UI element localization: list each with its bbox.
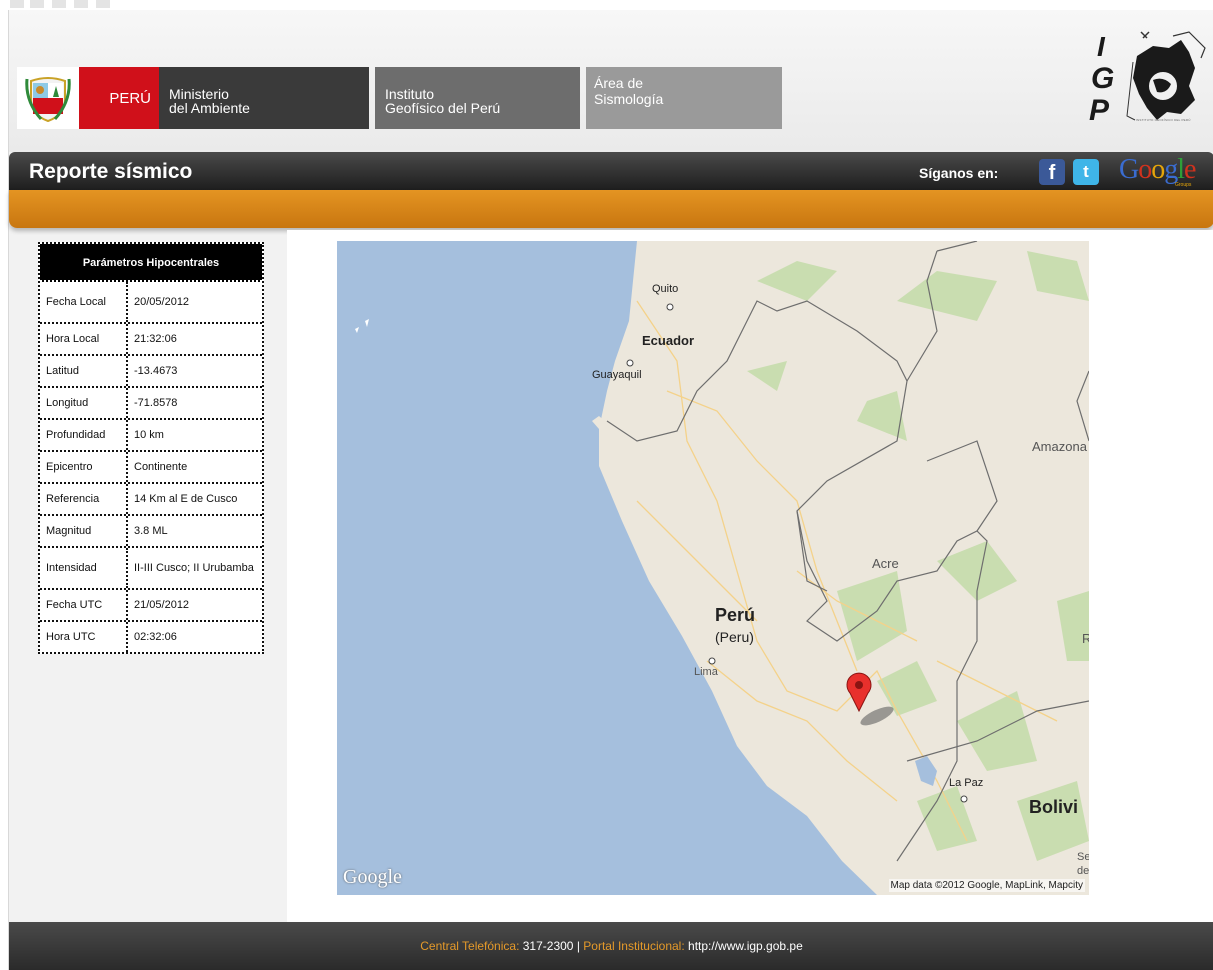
map-label-r: R — [1082, 631, 1089, 646]
param-value: II-III Cusco; II Urubamba — [134, 562, 254, 574]
param-value: 20/05/2012 — [134, 296, 190, 308]
parametros-table: Parámetros Hipocentrales Fecha Local 20/0… — [38, 242, 264, 654]
instituto-geofisico-link[interactable]: Instituto Geofísico del Perú — [375, 67, 580, 129]
orange-band — [9, 190, 1213, 228]
footer-phone: 317-2300 — [522, 939, 574, 953]
google-letter: o — [1138, 154, 1152, 185]
map-label-la-paz: La Paz — [949, 777, 984, 789]
instituto-line-2: Geofísico del Perú — [385, 100, 501, 116]
param-value: 10 km — [134, 429, 164, 441]
site-header: PERÚ Ministerio del Ambiente Instituto G… — [9, 10, 1213, 152]
footer-portal-link[interactable]: http://www.igp.gob.pe — [688, 939, 803, 953]
social-label: Síganos en: — [919, 165, 999, 181]
map-attribution: Map data ©2012 Google, MapLink, Mapcity — [888, 879, 1085, 892]
footer-separator: | — [576, 939, 580, 953]
igp-logo[interactable]: I G P — [1077, 28, 1207, 132]
ministerio-ambiente-link[interactable]: Ministerio del Ambiente — [159, 67, 369, 129]
footer-phone-label: Central Telefónica: — [420, 939, 520, 953]
param-label: Fecha Local — [40, 282, 128, 322]
map-label-acre: Acre — [872, 556, 899, 571]
map-label-peru-en: (Peru) — [715, 629, 754, 645]
param-label: Referencia — [40, 484, 128, 514]
param-row: Fecha UTC 21/05/2012 — [40, 588, 262, 620]
param-row: Hora Local 21:32:06 — [40, 322, 262, 354]
param-row: Latitud -13.4673 — [40, 354, 262, 386]
param-row: Profundidad 10 km — [40, 418, 262, 450]
param-value: 21/05/2012 — [134, 599, 190, 611]
igp-logo-letter-g: G — [1091, 62, 1114, 95]
facebook-icon[interactable]: f — [1039, 159, 1065, 185]
param-label: Hora UTC — [40, 622, 128, 652]
param-label: Longitud — [40, 388, 128, 418]
map-label-lima: Lima — [694, 666, 718, 678]
map-label-peru: Perú — [715, 605, 756, 625]
param-value: 21:32:06 — [134, 333, 177, 345]
parametros-heading: Parámetros Hipocentrales — [40, 244, 262, 282]
parametros-rows: Fecha Local 20/05/2012 Hora Local 21:32:06 L… — [40, 282, 262, 652]
google-groups-sub: Groups — [1175, 182, 1192, 188]
epicenter-map[interactable]: Quito Ecuador Guayaquil Amazona Acre Per… — [337, 241, 1089, 895]
param-value: 3.8 ML — [134, 525, 168, 537]
igp-logo-letter-i: I — [1097, 31, 1106, 62]
google-letter: g — [1164, 154, 1178, 185]
ministerio-line-2: del Ambiente — [169, 100, 250, 116]
google-letter: l — [1177, 154, 1185, 185]
area-sismologia-link[interactable]: Área de Sismología — [586, 67, 782, 129]
top-edge-decoration — [0, 0, 120, 10]
area-line-2: Sismología — [594, 91, 664, 107]
site-footer: Central Telefónica: 317-2300 | Portal In… — [9, 922, 1213, 970]
param-label: Hora Local — [40, 324, 128, 354]
param-row: Epicentro Continente — [40, 450, 262, 482]
map-label-bolivia: Bolivi — [1029, 797, 1079, 817]
param-label: Magnitud — [40, 516, 128, 546]
government-banner: PERÚ Ministerio del Ambiente Instituto G… — [17, 67, 782, 129]
google-groups-icon[interactable]: Google — [1119, 154, 1213, 188]
igp-logo-tagline: INSTITUTO GEOFÍSICO DEL PERÚ — [1136, 118, 1191, 122]
area-line-1: Área de — [594, 75, 644, 91]
param-value: -71.8578 — [134, 397, 178, 409]
param-row: Magnitud 3.8 ML — [40, 514, 262, 546]
param-label: Intensidad — [40, 548, 128, 588]
param-row: Hora UTC 02:32:06 — [40, 620, 262, 652]
page-frame: PERÚ Ministerio del Ambiente Instituto G… — [8, 10, 1213, 970]
google-map-logo[interactable]: Google — [343, 866, 402, 889]
igp-logo-letter-p: P — [1089, 94, 1110, 127]
google-letter: e — [1184, 154, 1196, 185]
param-row: Fecha Local 20/05/2012 — [40, 282, 262, 322]
param-value: -13.4673 — [134, 365, 178, 377]
title-bar: Reporte sísmico Síganos en: f t Google G… — [9, 152, 1213, 190]
google-letter: o — [1151, 154, 1165, 185]
peru-coat-of-arms-icon — [17, 67, 79, 129]
param-label: Latitud — [40, 356, 128, 386]
footer-portal-label: Portal Institucional: — [583, 939, 685, 953]
map-label-amazonas: Amazona — [1032, 439, 1087, 454]
param-row: Intensidad II-III Cusco; II Urubamba — [40, 546, 262, 588]
google-letter: G — [1119, 154, 1139, 185]
twitter-icon[interactable]: t — [1073, 159, 1099, 185]
param-label: Fecha UTC — [40, 590, 128, 620]
map-canvas — [337, 241, 1089, 895]
param-row: Longitud -71.8578 — [40, 386, 262, 418]
map-label-guayaquil: Guayaquil — [592, 369, 642, 381]
map-label-quito: Quito — [652, 283, 679, 295]
page-title: Reporte sísmico — [29, 160, 193, 183]
peru-label: PERÚ — [79, 67, 159, 129]
map-label-se: Se — [1077, 851, 1089, 863]
param-label: Epicentro — [40, 452, 128, 482]
instituto-line-1: Instituto — [385, 86, 435, 102]
ministerio-line-1: Ministerio — [169, 86, 229, 102]
map-label-ecuador: Ecuador — [642, 333, 695, 348]
param-value: 14 Km al E de Cusco — [134, 493, 238, 505]
param-label: Profundidad — [40, 420, 128, 450]
map-label-de: de — [1077, 865, 1089, 877]
param-row: Referencia 14 Km al E de Cusco — [40, 482, 262, 514]
param-value: 02:32:06 — [134, 631, 177, 643]
param-value: Continente — [134, 461, 188, 473]
